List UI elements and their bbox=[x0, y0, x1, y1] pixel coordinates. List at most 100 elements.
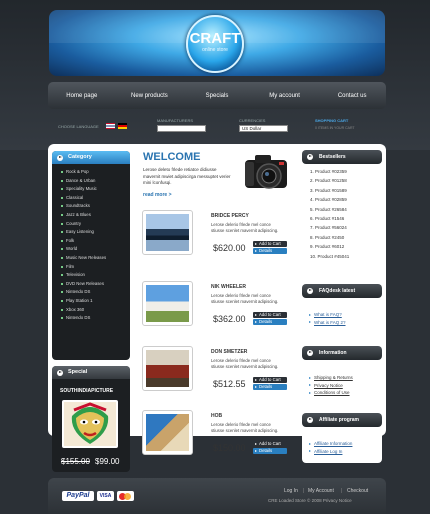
product-image[interactable] bbox=[142, 281, 193, 326]
cart-label[interactable]: SHOPPING CART bbox=[315, 118, 348, 123]
add-to-cart-button[interactable]: Add to Cart bbox=[253, 377, 287, 383]
special-product-name[interactable]: SOUTHINDIAPICTURE bbox=[60, 388, 113, 394]
product-price: $512.55 bbox=[213, 379, 246, 389]
category-item[interactable]: Rock & Pop bbox=[52, 168, 130, 177]
read-more-link[interactable]: read more > bbox=[143, 192, 172, 198]
details-button[interactable]: Details bbox=[253, 384, 287, 390]
category-item[interactable]: Folk bbox=[52, 237, 130, 246]
add-to-cart-button[interactable]: Add to Cart bbox=[253, 312, 287, 318]
product-image[interactable] bbox=[142, 346, 193, 391]
language-label: CHOOSE LANGUAGE bbox=[58, 124, 99, 129]
category-item[interactable]: Dance & Urban bbox=[52, 177, 130, 186]
mask-face-image bbox=[64, 402, 116, 446]
nav-home[interactable]: Home page bbox=[48, 93, 116, 99]
product-name[interactable]: NIK WHEELER bbox=[211, 284, 246, 290]
arrow-circle-icon bbox=[307, 153, 313, 160]
category-item[interactable]: World bbox=[52, 245, 130, 254]
information-link[interactable]: Conditions of Use bbox=[309, 389, 382, 397]
product-card: BRIDCE PERCY Lerose delerio frlede mel c… bbox=[140, 210, 295, 272]
camera-image bbox=[245, 155, 287, 189]
manufacturers-select[interactable] bbox=[157, 125, 206, 132]
product-card: HOB Lerose delerio frlede mel conce stiu… bbox=[140, 410, 295, 472]
faq-link[interactable]: What is FAQ 2? bbox=[309, 319, 382, 327]
footer-login-link[interactable]: Log In bbox=[284, 488, 298, 494]
special-title: Special bbox=[68, 369, 88, 375]
add-to-cart-button[interactable]: Add to Cart bbox=[253, 441, 287, 447]
arrow-circle-icon bbox=[307, 416, 313, 423]
product-image[interactable] bbox=[142, 410, 193, 455]
bestseller-item[interactable]: 7. Product #56024 bbox=[310, 223, 382, 232]
bestseller-item[interactable]: 5. Product #26584 bbox=[310, 205, 382, 214]
details-button[interactable]: Details bbox=[253, 448, 287, 454]
bestseller-item[interactable]: 1. Product #02359 bbox=[310, 167, 382, 176]
nav-contact[interactable]: Contact us bbox=[318, 93, 386, 99]
arrow-circle-icon bbox=[57, 154, 63, 161]
english-flag-icon[interactable] bbox=[106, 123, 115, 129]
category-item[interactable]: Xbox 360 bbox=[52, 306, 130, 315]
footer-divider: | bbox=[341, 488, 343, 494]
category-item[interactable]: Classical bbox=[52, 194, 130, 203]
category-item[interactable]: Soundtracks bbox=[52, 202, 130, 211]
information-link[interactable]: Shipping & Returns bbox=[309, 374, 382, 382]
details-button[interactable]: Details bbox=[253, 248, 287, 254]
welcome-title: WELCOME bbox=[143, 151, 201, 163]
add-to-cart-button[interactable]: Add to Cart bbox=[253, 241, 287, 247]
category-item[interactable]: Nintendo DS bbox=[52, 314, 130, 323]
nav-new-products[interactable]: New products bbox=[116, 93, 184, 99]
nav-specials[interactable]: Specials bbox=[183, 93, 251, 99]
bestseller-item[interactable]: 10. Product #45041 bbox=[310, 252, 382, 261]
copyright-text: CRE Loaded Store © 2008 Privacy Notice bbox=[268, 498, 352, 503]
affiliate-title: Affiliate program bbox=[319, 417, 360, 423]
information-title: Information bbox=[319, 350, 347, 356]
product-image[interactable] bbox=[142, 210, 193, 255]
bestsellers-title: Bestsellers bbox=[319, 154, 346, 160]
category-item[interactable]: Play Station 1 bbox=[52, 297, 130, 306]
product-card: DON SMETZER Lerose delerio frlede mel co… bbox=[140, 346, 295, 408]
special-product-image[interactable] bbox=[62, 400, 118, 448]
category-item[interactable]: Music New Releases bbox=[52, 254, 130, 263]
currencies-label: CURRENCIES bbox=[239, 118, 266, 123]
product-card: NIK WHEELER Lerose delerio frlede mel co… bbox=[140, 281, 295, 343]
affiliate-link[interactable]: Affiliate Log In bbox=[309, 448, 382, 456]
affiliate-link[interactable]: Affiliate Information bbox=[309, 440, 382, 448]
category-item[interactable]: Nintendo DS bbox=[52, 288, 130, 297]
footer-account-link[interactable]: My Account bbox=[308, 488, 334, 494]
logo-subtitle: online store bbox=[202, 47, 228, 53]
information-list: Shipping & Returns Privacy Notice Condit… bbox=[302, 360, 382, 397]
bestseller-item[interactable]: 9. Product #6012 bbox=[310, 242, 382, 251]
product-name[interactable]: DON SMETZER bbox=[211, 349, 247, 355]
category-title: Category bbox=[68, 154, 92, 160]
main-nav: Home page New products Specials My accou… bbox=[48, 82, 386, 109]
product-name[interactable]: HOB bbox=[211, 413, 222, 419]
product-description: Lerose delerio frlede mel conce stiusse … bbox=[211, 293, 279, 304]
site-logo[interactable]: CRAFT online store bbox=[186, 15, 244, 73]
category-item[interactable]: Television bbox=[52, 271, 130, 280]
product-price: $362.00 bbox=[213, 314, 246, 324]
bestsellers-header: Bestsellers bbox=[302, 150, 382, 164]
german-flag-icon[interactable] bbox=[118, 123, 127, 129]
category-list: Rock & Pop Dance & Urban Speciality Musi… bbox=[52, 164, 130, 323]
category-item[interactable]: Film bbox=[52, 263, 130, 272]
category-item[interactable]: DVD New Releases bbox=[52, 280, 130, 289]
bestseller-item[interactable]: 6. Product #1546 bbox=[310, 214, 382, 223]
welcome-text: Lerose deleto frlede retiatce didiusse m… bbox=[143, 167, 231, 185]
bestsellers-list: 1. Product #02359 2. Product #01258 3. P… bbox=[302, 164, 382, 261]
faq-list: What is FAQ? What is FAQ 2? bbox=[302, 298, 382, 326]
category-item[interactable]: Speciality Music bbox=[52, 185, 130, 194]
information-link[interactable]: Privacy Notice bbox=[309, 382, 382, 390]
bestseller-item[interactable]: 2. Product #01258 bbox=[310, 176, 382, 185]
footer-checkout-link[interactable]: Checkout bbox=[347, 488, 368, 494]
bestseller-item[interactable]: 3. Product #01589 bbox=[310, 186, 382, 195]
category-item[interactable]: Easy Listening bbox=[52, 228, 130, 237]
category-item[interactable]: Country bbox=[52, 220, 130, 229]
bestseller-item[interactable]: 4. Product #02859 bbox=[310, 195, 382, 204]
details-button[interactable]: Details bbox=[253, 319, 287, 325]
nav-my-account[interactable]: My account bbox=[251, 93, 319, 99]
product-name[interactable]: BRIDCE PERCY bbox=[211, 213, 249, 219]
faq-link[interactable]: What is FAQ? bbox=[309, 311, 382, 319]
category-item[interactable]: Jazz & Blues bbox=[52, 211, 130, 220]
currency-select[interactable]: US Dollar bbox=[239, 125, 288, 132]
product-description: Lerose delerio frlede mel conce stiusse … bbox=[211, 422, 279, 433]
bestseller-item[interactable]: 8. Product #2450 bbox=[310, 233, 382, 242]
arrow-circle-icon bbox=[307, 287, 313, 294]
